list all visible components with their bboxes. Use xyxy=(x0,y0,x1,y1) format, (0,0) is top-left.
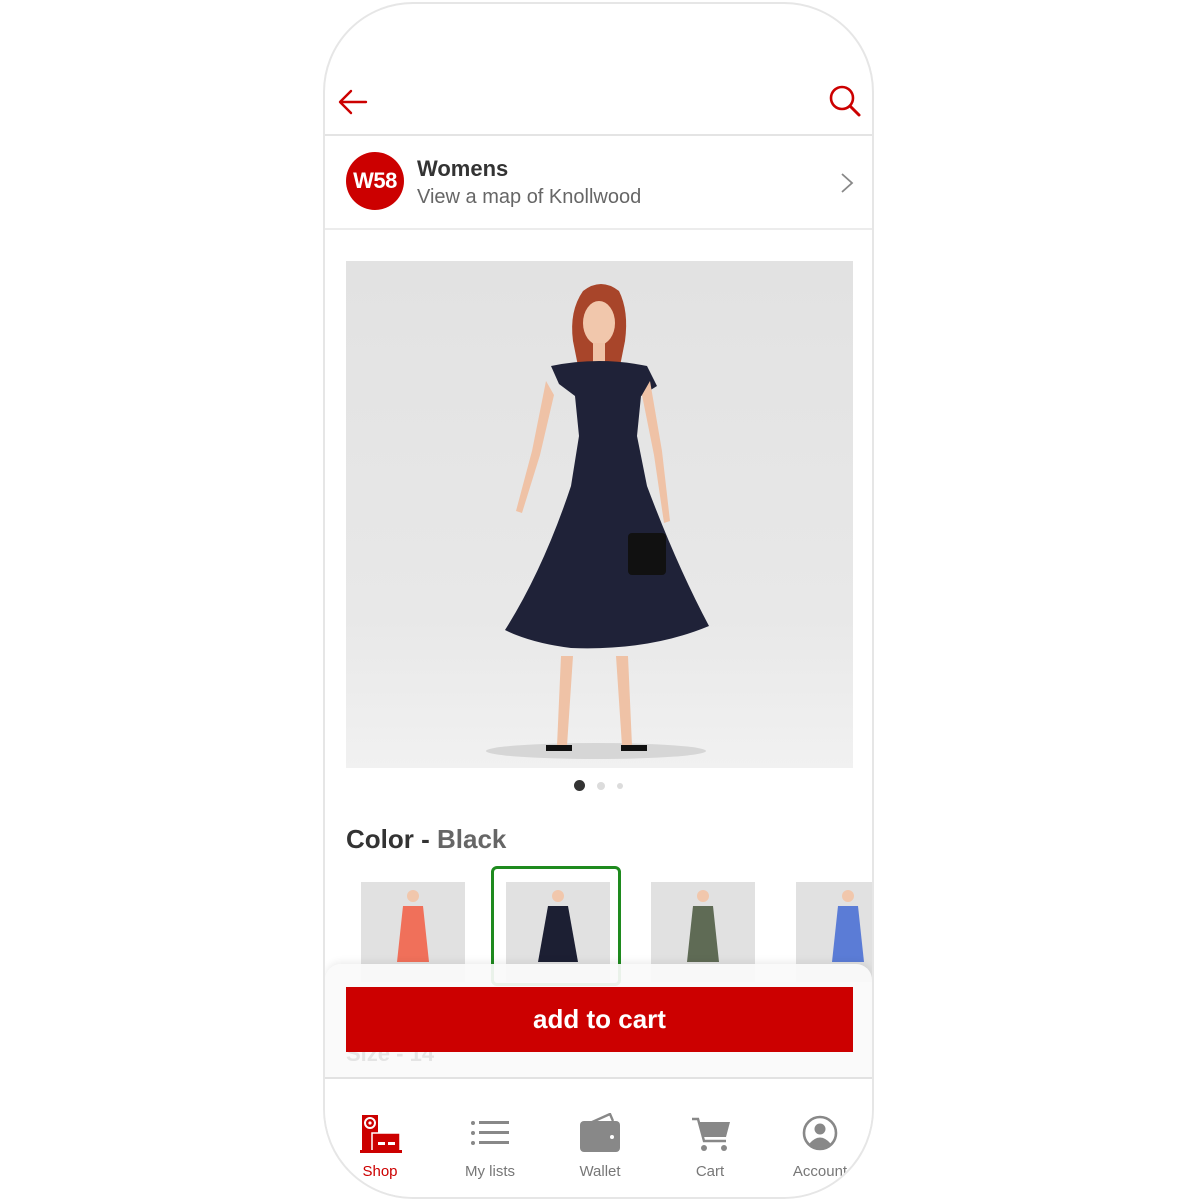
cart-icon xyxy=(692,1117,730,1151)
image-pager xyxy=(325,780,872,791)
nav-item-my-lists[interactable]: My lists xyxy=(435,1079,545,1189)
model-dress-image xyxy=(486,284,709,759)
pager-dot-active[interactable] xyxy=(574,780,585,791)
nav-label: Account xyxy=(792,1163,848,1180)
store-icon xyxy=(360,1115,402,1153)
color-swatch-list xyxy=(361,866,872,986)
product-image[interactable] xyxy=(346,261,853,768)
pager-dot[interactable] xyxy=(617,782,623,789)
wallet-icon xyxy=(580,1113,620,1152)
nav-item-shop[interactable]: Shop xyxy=(325,1079,435,1189)
nav-label: My lists xyxy=(465,1163,515,1180)
nav-label: Cart xyxy=(695,1163,725,1180)
department-title: Womens xyxy=(417,156,509,181)
color-heading: Color - Black xyxy=(346,824,506,855)
nav-item-wallet[interactable]: Wallet xyxy=(545,1079,655,1189)
pager-dot[interactable] xyxy=(597,781,605,790)
aisle-badge: W58 xyxy=(346,152,404,210)
nav-label: Shop xyxy=(362,1163,398,1180)
bottom-nav: Shop My lists Wallet Cart Account xyxy=(325,1077,872,1197)
color-label: Color xyxy=(346,824,414,854)
color-separator: - xyxy=(413,824,437,854)
list-icon xyxy=(471,1121,509,1145)
nav-item-account[interactable]: Account xyxy=(765,1079,872,1189)
top-bar xyxy=(325,64,872,136)
account-icon xyxy=(802,1115,838,1151)
search-icon[interactable] xyxy=(828,84,862,118)
store-location-row[interactable]: W58 Womens View a map of Knollwood xyxy=(325,136,872,230)
chevron-right-icon xyxy=(841,173,854,193)
color-selected-value: Black xyxy=(437,824,507,854)
nav-item-cart[interactable]: Cart xyxy=(655,1079,765,1189)
add-to-cart-button[interactable]: add to cart xyxy=(346,987,853,1052)
nav-label: Wallet xyxy=(579,1163,621,1180)
arrow-left-icon[interactable] xyxy=(337,86,369,118)
phone-frame: W58 Womens View a map of Knollwood Color… xyxy=(323,2,874,1199)
store-map-link[interactable]: View a map of Knollwood xyxy=(417,186,641,209)
